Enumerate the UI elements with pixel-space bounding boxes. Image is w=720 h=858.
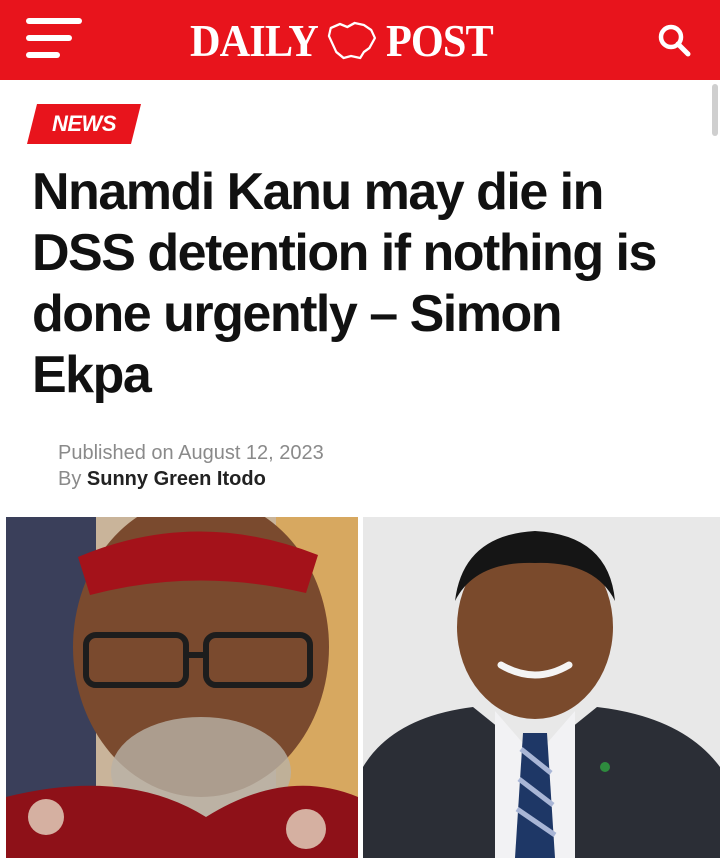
portrait-right-image bbox=[363, 517, 720, 858]
published-line: Published on August 12, 2023 bbox=[58, 440, 324, 466]
menu-hamburger-icon[interactable] bbox=[26, 18, 84, 62]
byline: By Sunny Green Itodo bbox=[58, 466, 324, 492]
author-link[interactable]: Sunny Green Itodo bbox=[87, 468, 266, 490]
site-logo[interactable]: DAILY POST bbox=[190, 14, 494, 66]
category-badge[interactable]: NEWS bbox=[27, 104, 141, 144]
featured-image bbox=[0, 517, 720, 858]
category-label: NEWS bbox=[52, 111, 116, 136]
article-meta: Published on August 12, 2023 By Sunny Gr… bbox=[58, 440, 324, 492]
photo-right bbox=[363, 517, 720, 858]
by-prefix: By bbox=[58, 468, 82, 490]
search-icon[interactable] bbox=[656, 22, 692, 58]
scrollbar-thumb[interactable] bbox=[712, 84, 718, 136]
logo-text-left: DAILY bbox=[190, 14, 319, 66]
photo-left bbox=[6, 517, 358, 858]
site-header: DAILY POST bbox=[0, 0, 720, 80]
portrait-left-image bbox=[6, 517, 358, 858]
logo-text-right: POST bbox=[385, 14, 494, 66]
article-headline: Nnamdi Kanu may die in DSS detention if … bbox=[32, 163, 657, 404]
published-date: August 12, 2023 bbox=[178, 442, 324, 464]
published-prefix: Published on bbox=[58, 442, 174, 464]
nigeria-map-icon bbox=[327, 21, 377, 60]
